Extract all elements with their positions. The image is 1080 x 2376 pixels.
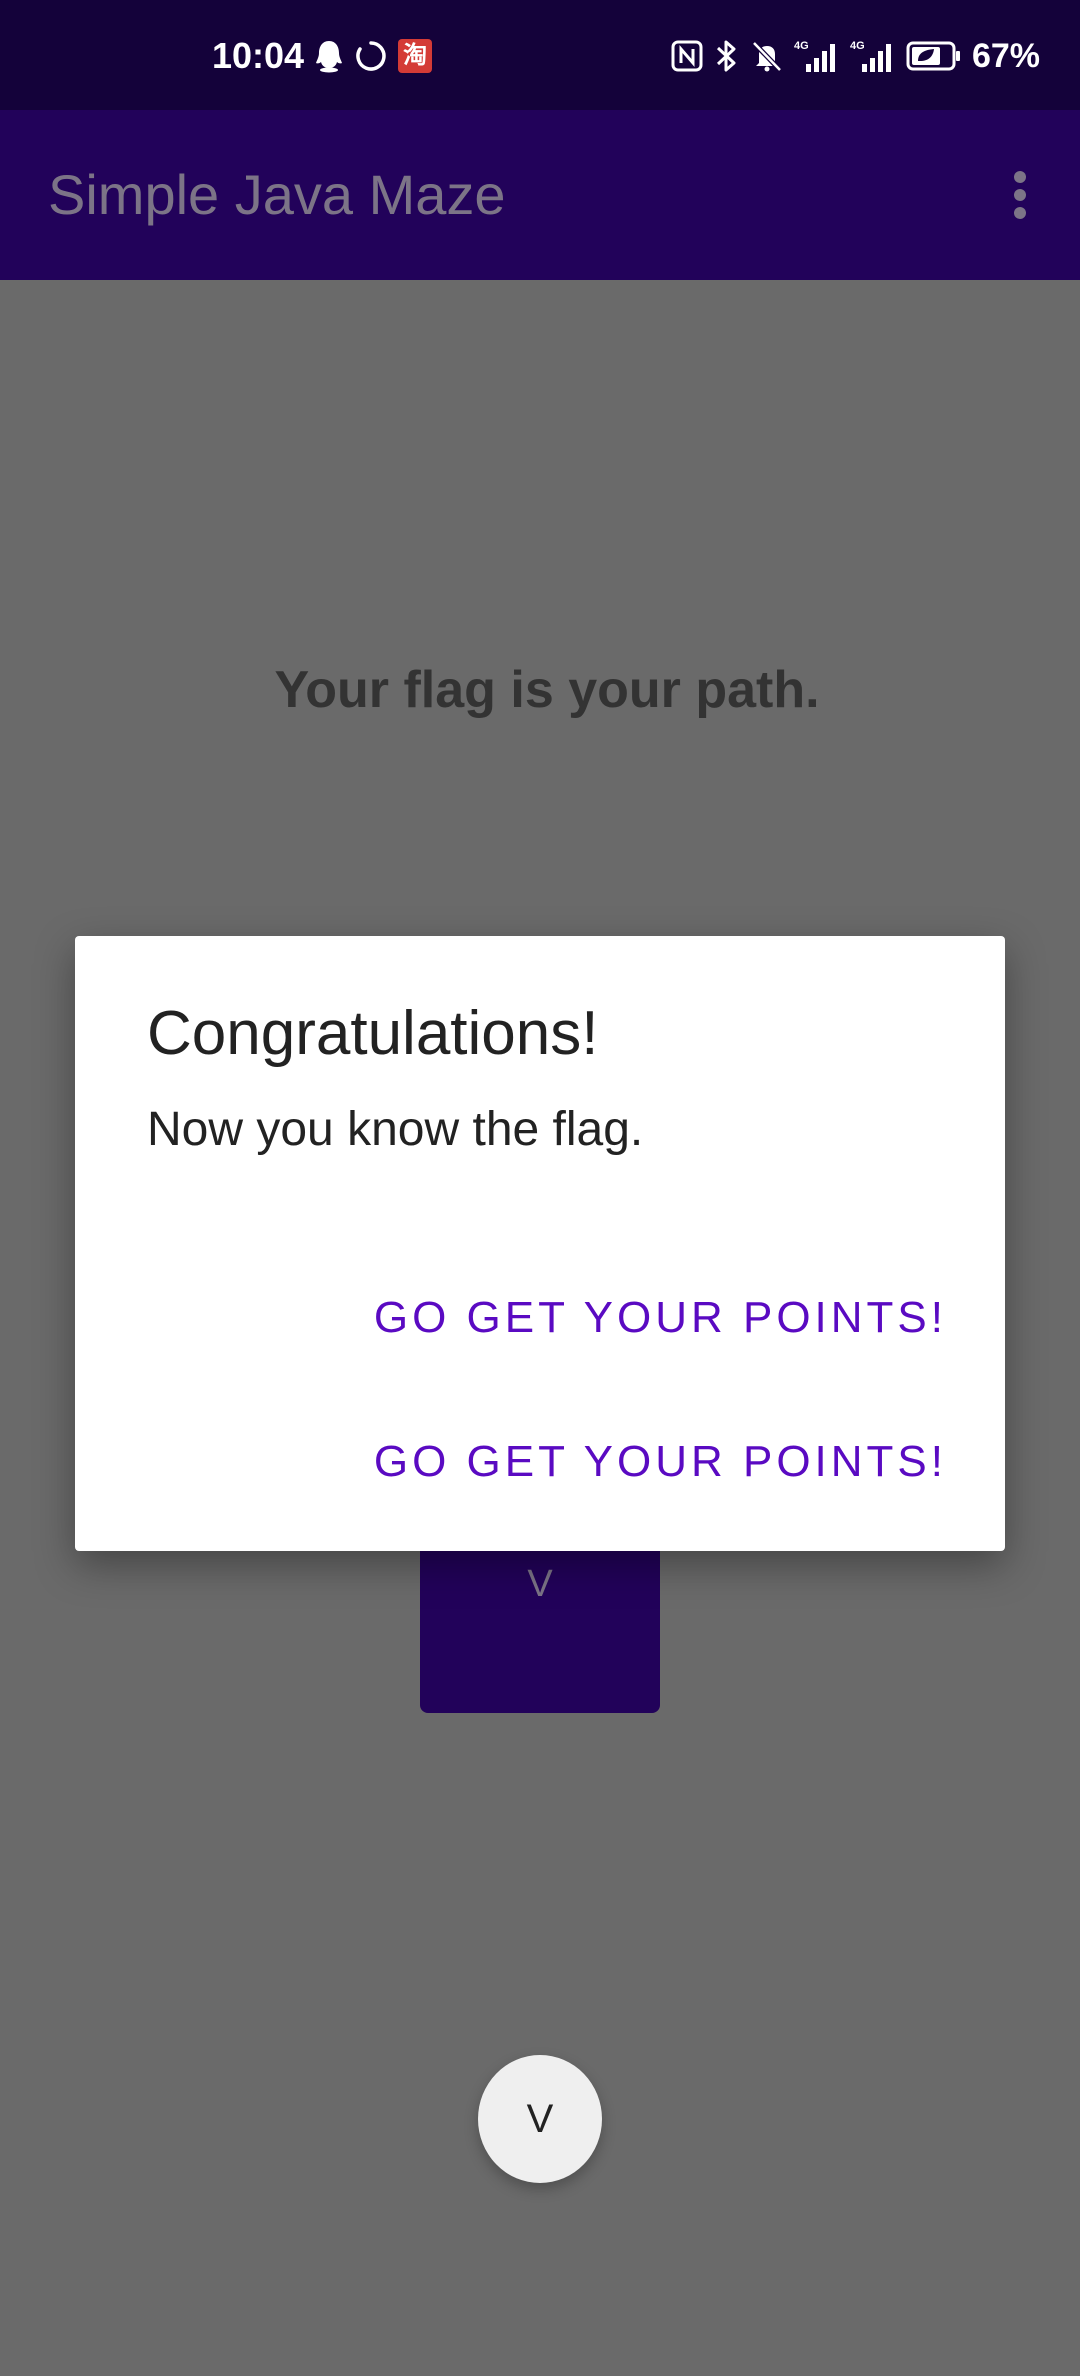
fab-label: V <box>526 2096 554 2141</box>
status-right: 4G 4G 67% <box>670 28 1040 84</box>
status-bar: 10:04 淘 4G 4G 67% <box>0 0 1080 110</box>
signal-icon: 4G <box>850 38 896 74</box>
more-vert-icon[interactable] <box>1000 165 1040 225</box>
alert-dialog: Congratulations! Now you know the flag. … <box>75 936 1005 1551</box>
app-title: Simple Java Maze <box>48 163 506 226</box>
taobao-icon: 淘 <box>398 39 433 73</box>
fab-button[interactable]: V <box>478 2055 602 2183</box>
status-time: 10:04 <box>212 35 305 76</box>
nfc-icon <box>670 39 704 73</box>
battery-percent: 67% <box>971 36 1040 75</box>
signal-icon: 4G <box>794 38 840 74</box>
dialog-action-button[interactable]: GO GET YOUR POINTS! <box>374 1293 947 1343</box>
dialog-message: Now you know the flag. <box>147 1103 644 1156</box>
svg-text:4G: 4G <box>794 40 809 52</box>
dialog-action-button[interactable]: GO GET YOUR POINTS! <box>374 1437 947 1487</box>
mute-icon <box>750 39 784 73</box>
qq-icon <box>314 39 344 73</box>
battery-icon <box>906 39 962 73</box>
dialog-title: Congratulations! <box>147 999 599 1068</box>
svg-text:4G: 4G <box>850 40 865 52</box>
maze-direction-button-label: V <box>527 1563 553 1605</box>
bluetooth-icon <box>714 38 740 74</box>
app-bar: Simple Java Maze <box>0 110 1080 280</box>
page-heading: Your flag is your path. <box>274 661 820 719</box>
status-left: 10:04 淘 <box>212 28 433 84</box>
sync-icon <box>354 39 388 73</box>
